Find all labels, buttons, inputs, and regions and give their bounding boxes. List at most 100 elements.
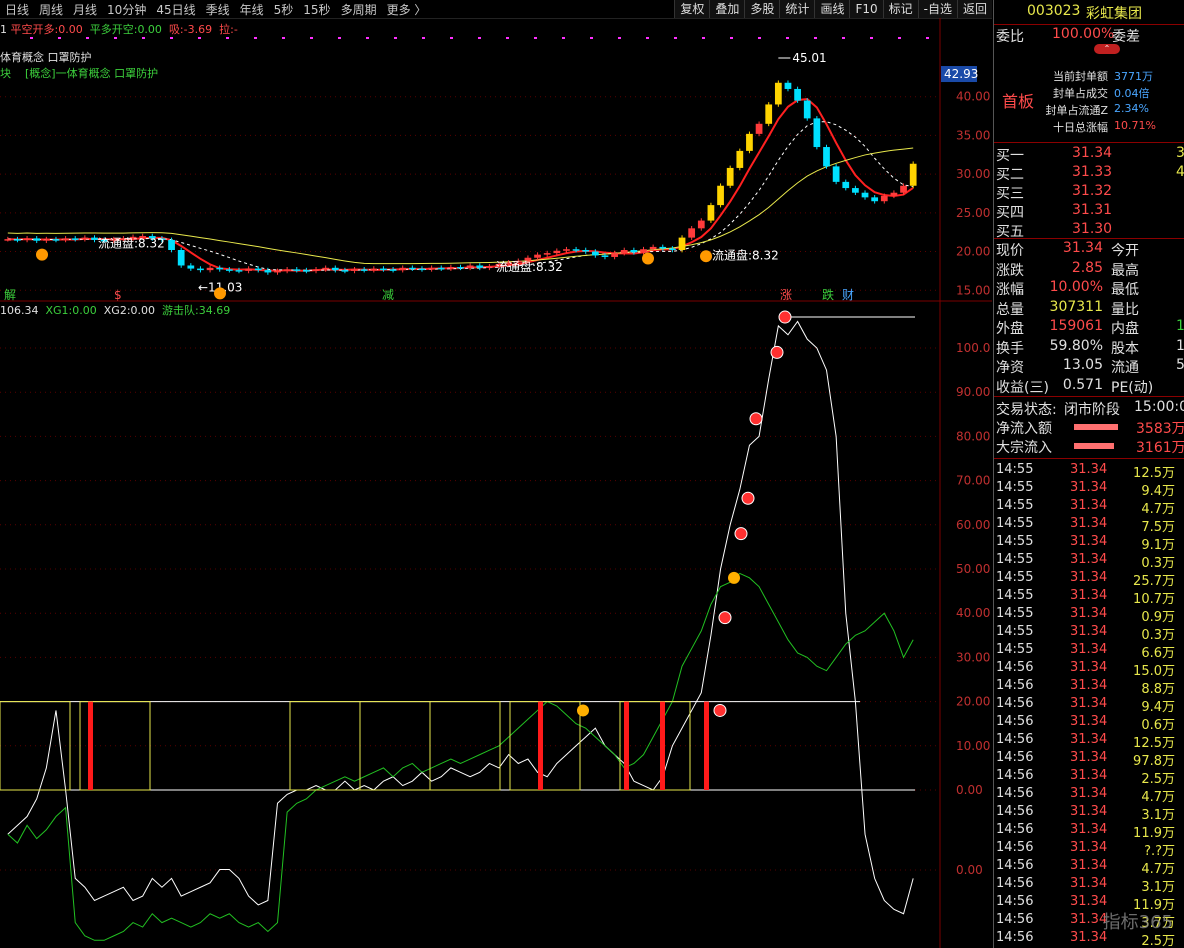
info-value: 307311: [1049, 298, 1103, 315]
trade-time: 14:56: [996, 804, 1034, 819]
annotation-flow3: 流通盘:8.32: [712, 247, 779, 262]
signal-circle-icon: [700, 250, 712, 263]
period-45day[interactable]: 45日线: [151, 1, 200, 18]
signal-dot: [814, 37, 817, 39]
signal-dot: [170, 37, 173, 39]
candle-body: [312, 269, 320, 271]
candle-body: [225, 269, 233, 271]
trade-time: 14:56: [996, 858, 1034, 873]
trade-row: 14:56 31.34 3.1万: [994, 803, 1184, 823]
tool-fuquan-button[interactable]: 复权: [674, 0, 710, 18]
red-ball-icon: [741, 491, 755, 505]
candle-body: [91, 237, 98, 240]
tool-multi-button[interactable]: 多股: [744, 0, 780, 18]
period-15s[interactable]: 15秒: [298, 1, 335, 18]
bid-label: 买一: [996, 148, 1024, 164]
candle-body: [322, 267, 330, 270]
tool-f10-button[interactable]: F10: [849, 0, 883, 18]
collapse-toggle[interactable]: ⌃: [994, 44, 1184, 58]
red-ball-icon: [770, 345, 784, 359]
candle-body: [582, 250, 590, 252]
sub-tick: 90.00: [956, 385, 990, 399]
trade-time: 14:56: [996, 840, 1034, 855]
sub-tick: 20.00: [956, 695, 990, 709]
candle-body: [861, 192, 869, 198]
candle-body: [235, 270, 243, 272]
bid-label: 买三: [996, 186, 1024, 202]
trade-row: 14:55 31.34 4.7万: [994, 497, 1184, 517]
candle-body: [177, 250, 185, 266]
stock-name: 彩虹集团: [1086, 6, 1142, 22]
period-year[interactable]: 年线: [235, 1, 269, 18]
candle-body: [428, 267, 435, 270]
candle-body: [774, 82, 782, 105]
signal-dot: [86, 37, 89, 39]
candle-body: [852, 188, 859, 193]
period-day[interactable]: 日线: [0, 1, 34, 18]
tool-watchlist-button[interactable]: -自选: [917, 0, 957, 18]
tool-mark-button[interactable]: 标记: [882, 0, 918, 18]
period-week[interactable]: 周线: [34, 1, 68, 18]
candle-body: [4, 239, 12, 241]
sub-tick: 100.0: [956, 341, 990, 355]
red-signal-bar: [88, 701, 93, 790]
signal-dot: [506, 37, 509, 39]
candle-body: [553, 250, 561, 254]
candle-body: [688, 228, 696, 238]
price-tag: 42.93: [944, 67, 978, 81]
candle-body: [62, 238, 69, 240]
netflow-row: 净流入额 3583万: [996, 421, 1184, 437]
signal-dot: [366, 37, 369, 39]
period-more[interactable]: 更多 〉: [382, 1, 432, 18]
candle-body: [755, 123, 763, 134]
price-tick: 40.00: [956, 90, 990, 104]
tool-draw-button[interactable]: 画线: [814, 0, 850, 18]
stat-label: 当前封单额: [1053, 70, 1108, 83]
period-month[interactable]: 月线: [68, 1, 102, 18]
trade-time: 14:56: [996, 732, 1034, 747]
tool-back-button[interactable]: 返回: [956, 0, 992, 18]
period-5s[interactable]: 5秒: [269, 1, 299, 18]
trade-time: 14:55: [996, 606, 1034, 621]
signal-circle-icon: [36, 248, 48, 261]
signal-dot: [562, 37, 565, 39]
bid-label: 买四: [996, 205, 1024, 221]
period-quarter[interactable]: 季线: [201, 1, 235, 18]
candle-body: [813, 118, 821, 148]
annotation-flow1: 流通盘:8.32: [98, 236, 165, 251]
annotation-ev_zhang: 涨: [780, 287, 792, 302]
stat-value: 2.34%: [1114, 102, 1149, 115]
sub-tick: 40.00: [956, 606, 990, 620]
trade-price: 31.34: [1070, 624, 1108, 639]
candle-body: [611, 253, 618, 257]
price-tick: 15.00: [956, 283, 990, 297]
trade-row: 14:56 31.34 4.7万: [994, 857, 1184, 877]
candle-body: [794, 88, 801, 101]
period-multi[interactable]: 多周期: [336, 1, 382, 18]
info-value-2: 1: [1176, 338, 1184, 354]
trade-price: 31.34: [1070, 930, 1108, 945]
trade-price: 31.34: [1070, 786, 1108, 801]
trade-price: 31.34: [1070, 696, 1108, 711]
tool-overlay-button[interactable]: 叠加: [709, 0, 745, 18]
candle-body: [563, 249, 570, 251]
price-tick: 25.00: [956, 206, 990, 220]
trade-row: 14:55 31.34 0.3万: [994, 623, 1184, 643]
signal-dot: [730, 37, 733, 39]
candle-body: [746, 133, 753, 151]
trade-price: 31.34: [1070, 912, 1108, 927]
candle-body: [52, 239, 60, 241]
trade-price: 31.34: [1070, 552, 1108, 567]
signal-dot: [254, 37, 257, 39]
chevron-up-icon[interactable]: ⌃: [1094, 44, 1120, 54]
period-10min[interactable]: 10分钟: [102, 1, 151, 18]
annotation-ev_jie: 解: [4, 288, 16, 302]
trade-row: 14:56 31.34 2.5万: [994, 767, 1184, 787]
trade-row: 14:56 31.34 4.7万: [994, 785, 1184, 805]
kline-chart[interactable]: 100.0 90.00 80.00 70.00 60.00 50.00 40.00 30.00…: [0, 18, 992, 948]
trade-time: 14:56: [996, 750, 1034, 765]
trade-price: 31.34: [1070, 462, 1108, 477]
price-tick: 20.00: [956, 245, 990, 259]
annotation-high: 45.01: [792, 51, 826, 65]
tool-stats-button[interactable]: 统计: [779, 0, 815, 18]
